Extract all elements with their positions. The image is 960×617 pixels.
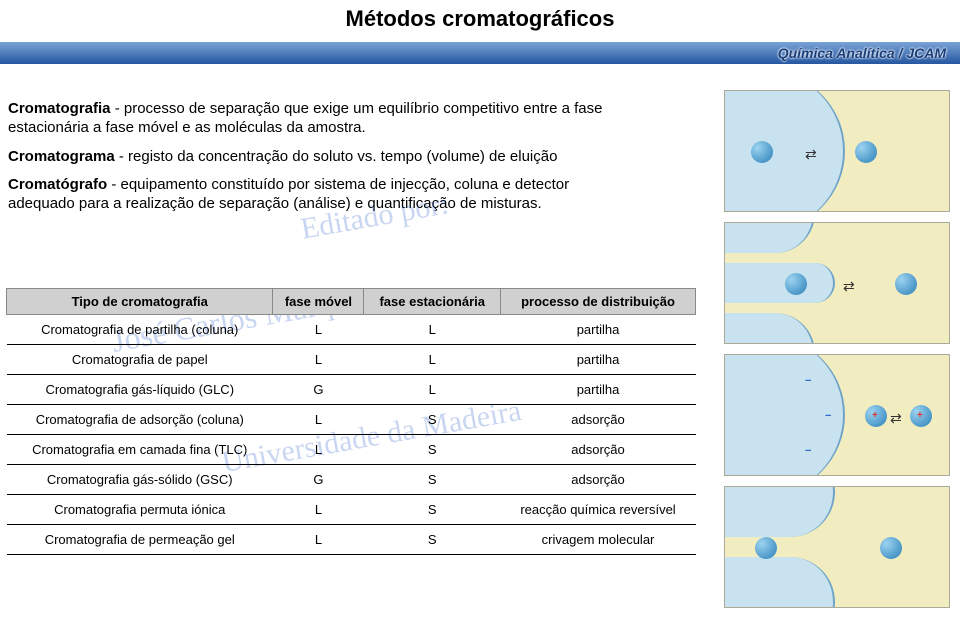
cell: S xyxy=(364,495,501,525)
arrow-icon: ⇄ xyxy=(805,146,817,163)
cell: adsorção xyxy=(501,465,696,495)
cell: reacção química reversível xyxy=(501,495,696,525)
th-fase-estacionaria: fase estacionária xyxy=(364,289,501,315)
def-cromatografia: Cromatografia - processo de separação qu… xyxy=(8,100,628,138)
cell: partilha xyxy=(501,375,696,405)
th-tipo: Tipo de cromatografia xyxy=(7,289,273,315)
phase-shape xyxy=(724,222,815,253)
cell: G xyxy=(273,465,364,495)
cell: S xyxy=(364,525,501,555)
def-cromatografo-term: Cromatógrafo xyxy=(8,176,107,193)
cell: L xyxy=(364,375,501,405)
cell: L xyxy=(273,345,364,375)
cell: Cromatografia de adsorção (coluna) xyxy=(7,405,273,435)
cell: L xyxy=(364,315,501,345)
cell: L xyxy=(273,495,364,525)
molecule-dot-icon xyxy=(880,537,902,559)
cell: Cromatografia em camada fina (TLC) xyxy=(7,435,273,465)
table-row: Cromatografia gás-líquido (GLC) G L part… xyxy=(7,375,696,405)
def-cromatograma-term: Cromatograma xyxy=(8,148,115,165)
cell: S xyxy=(364,405,501,435)
molecule-dot-icon xyxy=(855,141,877,163)
phase-shape xyxy=(724,313,815,344)
table-row: Cromatografia gás-sólido (GSC) G S adsor… xyxy=(7,465,696,495)
diagram-adsorption: ⇄ xyxy=(724,222,950,344)
phase-shape xyxy=(724,557,835,608)
def-cromatografo: Cromatógrafo - equipamento constituído p… xyxy=(8,176,628,214)
cell: L xyxy=(273,435,364,465)
molecule-dot-icon xyxy=(751,141,773,163)
arrow-icon: ⇄ xyxy=(843,278,855,295)
table-row: Cromatografia de adsorção (coluna) L S a… xyxy=(7,405,696,435)
cell: L xyxy=(273,405,364,435)
cell: L xyxy=(273,315,364,345)
diagram-column: ⇄ ⇄ + + − − − ⇄ xyxy=(724,90,950,608)
cell: S xyxy=(364,435,501,465)
def-cromatograma-text: - registo da concentração do soluto vs. … xyxy=(115,148,558,165)
minus-icon: − xyxy=(805,445,811,457)
chromatography-table: Tipo de cromatografia fase móvel fase es… xyxy=(6,288,696,555)
plus-icon: + xyxy=(872,410,878,421)
minus-icon: − xyxy=(805,375,811,387)
def-cromatograma: Cromatograma - registo da concentração d… xyxy=(8,148,628,167)
table-row: Cromatografia de permeação gel L S criva… xyxy=(7,525,696,555)
table-header-row: Tipo de cromatografia fase móvel fase es… xyxy=(7,289,696,315)
definitions-block: Cromatografia - processo de separação qu… xyxy=(8,100,628,224)
cell: Cromatografia de papel xyxy=(7,345,273,375)
diagram-gel-permeation xyxy=(724,486,950,608)
table-row: Cromatografia em camada fina (TLC) L S a… xyxy=(7,435,696,465)
minus-icon: − xyxy=(825,410,831,422)
molecule-dot-icon xyxy=(785,273,807,295)
def-cromatografia-term: Cromatografia xyxy=(8,100,111,117)
molecule-dot-icon xyxy=(755,537,777,559)
cell: adsorção xyxy=(501,405,696,435)
phase-shape xyxy=(724,90,845,212)
cell: partilha xyxy=(501,345,696,375)
arrow-icon: ⇄ xyxy=(890,410,902,427)
phase-shape xyxy=(724,486,835,537)
molecule-dot-icon xyxy=(895,273,917,295)
band-label: Química Analítica / JCAM xyxy=(778,42,946,64)
table-row: Cromatografia permuta iónica L S reacção… xyxy=(7,495,696,525)
table-row: Cromatografia de papel L L partilha xyxy=(7,345,696,375)
page-title: Métodos cromatográficos xyxy=(0,6,960,32)
cell: Cromatografia permuta iónica xyxy=(7,495,273,525)
cell: G xyxy=(273,375,364,405)
th-fase-movel: fase móvel xyxy=(273,289,364,315)
diagram-ion-exchange: + + − − − ⇄ xyxy=(724,354,950,476)
cell: partilha xyxy=(501,315,696,345)
cell: S xyxy=(364,465,501,495)
cell: Cromatografia gás-sólido (GSC) xyxy=(7,465,273,495)
cell: crivagem molecular xyxy=(501,525,696,555)
table-row: Cromatografia de partilha (coluna) L L p… xyxy=(7,315,696,345)
phase-shape xyxy=(724,263,835,303)
cell: adsorção xyxy=(501,435,696,465)
cell: L xyxy=(364,345,501,375)
cell: Cromatografia gás-líquido (GLC) xyxy=(7,375,273,405)
diagram-partition: ⇄ xyxy=(724,90,950,212)
cell: Cromatografia de partilha (coluna) xyxy=(7,315,273,345)
plus-icon: + xyxy=(917,410,923,421)
cell: L xyxy=(273,525,364,555)
th-processo: processo de distribuição xyxy=(501,289,696,315)
cell: Cromatografia de permeação gel xyxy=(7,525,273,555)
